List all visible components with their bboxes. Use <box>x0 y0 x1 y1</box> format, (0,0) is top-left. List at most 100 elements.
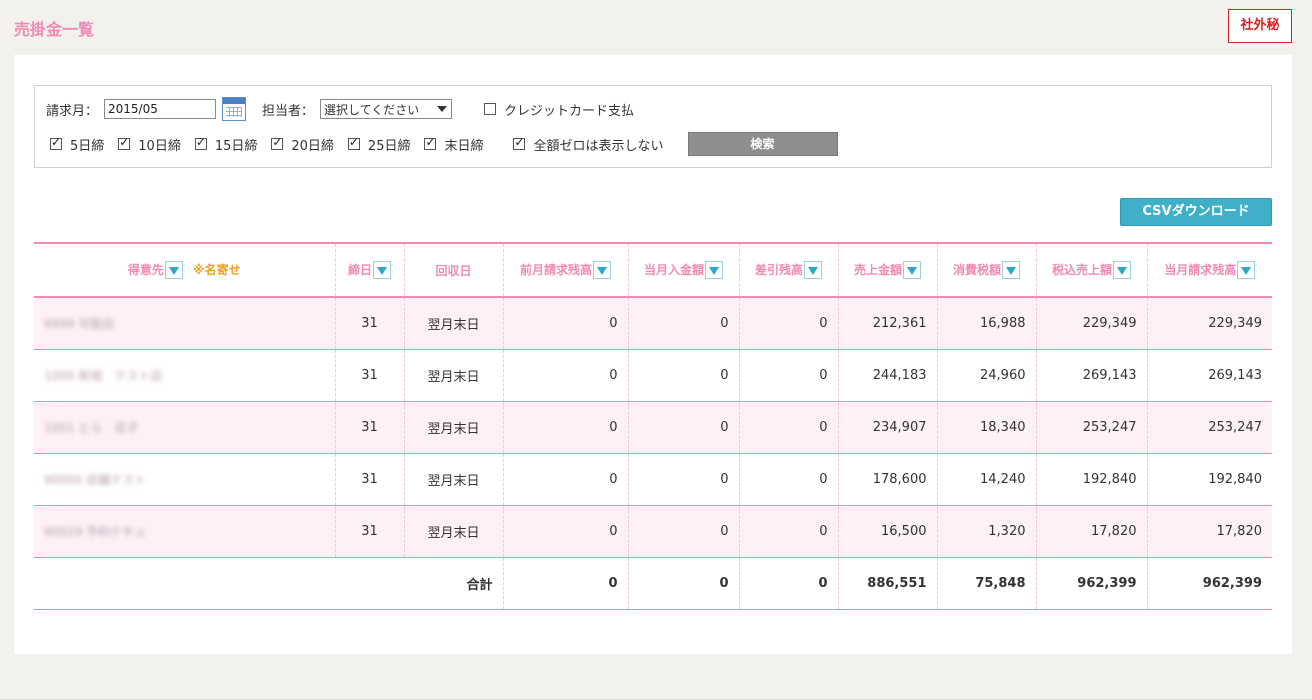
diff-balance-cell: 0 <box>739 297 839 349</box>
sales-incl-tax-cell: 17,820 <box>1036 505 1148 557</box>
closing-15-label: 15日締 <box>214 138 258 154</box>
closing-15-option[interactable]: 15日締 <box>194 135 258 154</box>
received-cell: 0 <box>628 401 740 453</box>
prev-balance-cell: 0 <box>503 297 629 349</box>
customer-name[interactable]: 90019 予約テキュ <box>44 525 146 539</box>
staff-select-value: 選択してください <box>324 102 420 117</box>
closing-day-cell: 31 <box>335 297 405 349</box>
prev-balance-cell: 0 <box>503 349 629 401</box>
header-received-label: 当月入金額 <box>643 262 704 277</box>
sales-cell: 178,600 <box>838 453 938 505</box>
sales-cell: 212,361 <box>838 297 938 349</box>
sort-down-icon[interactable] <box>593 261 611 280</box>
closing-day-cell: 31 <box>335 401 405 453</box>
diff-balance-cell: 0 <box>739 453 839 505</box>
closing-10-option[interactable]: 10日締 <box>118 135 181 154</box>
customer-name[interactable]: 9999 可能店 <box>44 317 114 331</box>
received-cell: 0 <box>628 505 740 557</box>
collection-day-cell: 翌月末日 <box>404 297 504 349</box>
header-current-balance: 当月請求残高 <box>1147 243 1272 297</box>
sort-down-icon[interactable] <box>705 261 723 280</box>
filter-row-2: 5日締 10日締 15日締 20日締 25日締 末日締 <box>50 132 838 156</box>
name-match-link[interactable]: ※名寄せ <box>193 263 241 277</box>
sales-incl-tax-cell: 253,247 <box>1036 401 1148 453</box>
header-diff-balance-label: 差引残高 <box>754 262 803 277</box>
calendar-icon[interactable] <box>222 97 247 121</box>
table-row[interactable]: 1000 新宿 テスト店 31 翌月末日 0 0 0 244,183 24,96… <box>34 349 1272 401</box>
total-sales: 886,551 <box>838 557 938 609</box>
sort-down-icon[interactable] <box>804 261 822 280</box>
csv-download-button[interactable]: CSVダウンロード <box>1120 198 1272 226</box>
closing-15-checkbox[interactable] <box>194 135 207 150</box>
diff-balance-cell: 0 <box>739 349 839 401</box>
received-cell: 0 <box>628 453 740 505</box>
sales-incl-tax-cell: 192,840 <box>1036 453 1148 505</box>
table-header: 得意先 ※名寄せ 締日 回収日 前月請求残高 当月入金額 差引残高 売上金額 消… <box>34 243 1272 297</box>
closing-20-label: 20日締 <box>291 138 334 154</box>
header-collection-day-label: 回収日 <box>435 263 472 278</box>
sales-cell: 244,183 <box>838 349 938 401</box>
header-sales-label: 売上金額 <box>853 262 902 277</box>
closing-25-option[interactable]: 25日締 <box>347 135 410 154</box>
credit-card-checkbox[interactable] <box>484 103 497 115</box>
closing-5-checkbox[interactable] <box>50 135 62 150</box>
table-body: 9999 可能店 31 翌月末日 0 0 0 212,361 16,988 22… <box>34 297 1272 609</box>
tax-cell: 1,320 <box>937 505 1037 557</box>
customer-cell[interactable]: 9999 可能店 <box>34 297 336 349</box>
sort-down-icon[interactable] <box>1237 261 1256 280</box>
closing-end-label: 末日締 <box>444 138 484 154</box>
header-prev-balance-label: 前月請求残高 <box>519 262 592 277</box>
billing-month-input[interactable] <box>104 99 217 119</box>
closing-end-checkbox[interactable] <box>424 135 437 150</box>
search-button[interactable]: 検索 <box>687 132 838 156</box>
header-tax: 消費税額 <box>937 243 1037 297</box>
sort-down-icon[interactable] <box>164 261 183 280</box>
customer-name[interactable]: 1001 とら 花子 <box>44 421 138 435</box>
customer-name[interactable]: 1000 新宿 テスト店 <box>44 369 162 383</box>
sort-down-icon[interactable] <box>1002 261 1020 280</box>
collection-day-cell: 翌月末日 <box>404 505 504 557</box>
current-balance-cell: 269,143 <box>1208 367 1262 383</box>
main-panel: 請求月： 担当者： 選択してください クレジットカード支払 5日締 10日締 <box>14 55 1292 654</box>
header-customer: 得意先 ※名寄せ <box>34 243 336 297</box>
tax-cell: 16,988 <box>937 297 1037 349</box>
customer-cell[interactable]: 90019 予約テキュ <box>34 505 336 557</box>
hide-zero-checkbox[interactable] <box>513 135 526 150</box>
staff-select[interactable]: 選択してください <box>320 99 453 119</box>
table-row[interactable]: 9999 可能店 31 翌月末日 0 0 0 212,361 16,988 22… <box>34 297 1272 349</box>
closing-20-option[interactable]: 20日締 <box>271 135 334 154</box>
hide-zero-option[interactable]: 全額ゼロは表示しない <box>513 135 664 154</box>
chevron-down-icon <box>437 106 448 112</box>
customer-cell[interactable]: 1001 とら 花子 <box>34 401 336 453</box>
tax-cell: 18,340 <box>937 401 1037 453</box>
header-sales: 売上金額 <box>838 243 938 297</box>
total-prev-balance: 0 <box>503 557 629 609</box>
customer-name[interactable]: 90000 店舗テスト <box>44 473 146 487</box>
customer-cell[interactable]: 1000 新宿 テスト店 <box>34 349 336 401</box>
billing-month-label: 請求月： <box>46 103 99 119</box>
sort-down-icon[interactable] <box>1113 261 1131 280</box>
confidential-badge: 社外秘 <box>1228 9 1292 43</box>
closing-25-checkbox[interactable] <box>347 135 360 150</box>
closing-10-checkbox[interactable] <box>118 135 131 150</box>
table-row[interactable]: 90000 店舗テスト 31 翌月末日 0 0 0 178,600 14,240… <box>34 453 1272 505</box>
table-row[interactable]: 90019 予約テキュ 31 翌月末日 0 0 0 16,500 1,320 1… <box>34 505 1272 557</box>
customer-cell[interactable]: 90000 店舗テスト <box>34 453 336 505</box>
diff-balance-cell: 0 <box>739 401 839 453</box>
table-row[interactable]: 1001 とら 花子 31 翌月末日 0 0 0 234,907 18,340 … <box>34 401 1272 453</box>
collection-day-cell: 翌月末日 <box>404 401 504 453</box>
closing-20-checkbox[interactable] <box>271 135 284 150</box>
header-collection-day: 回収日 <box>404 243 504 297</box>
diff-balance-cell: 0 <box>739 505 839 557</box>
received-cell: 0 <box>628 349 740 401</box>
closing-5-option[interactable]: 5日締 <box>50 135 104 154</box>
sales-cell: 16,500 <box>838 505 938 557</box>
header-current-balance-label: 当月請求残高 <box>1164 262 1237 277</box>
sales-incl-tax-cell: 269,143 <box>1036 349 1148 401</box>
sort-down-icon[interactable] <box>903 261 921 280</box>
closing-end-option[interactable]: 末日締 <box>424 135 483 154</box>
prev-balance-cell: 0 <box>503 453 629 505</box>
sort-down-icon[interactable] <box>373 261 391 280</box>
header-tax-label: 消費税額 <box>952 262 1001 277</box>
sales-cell: 234,907 <box>838 401 938 453</box>
